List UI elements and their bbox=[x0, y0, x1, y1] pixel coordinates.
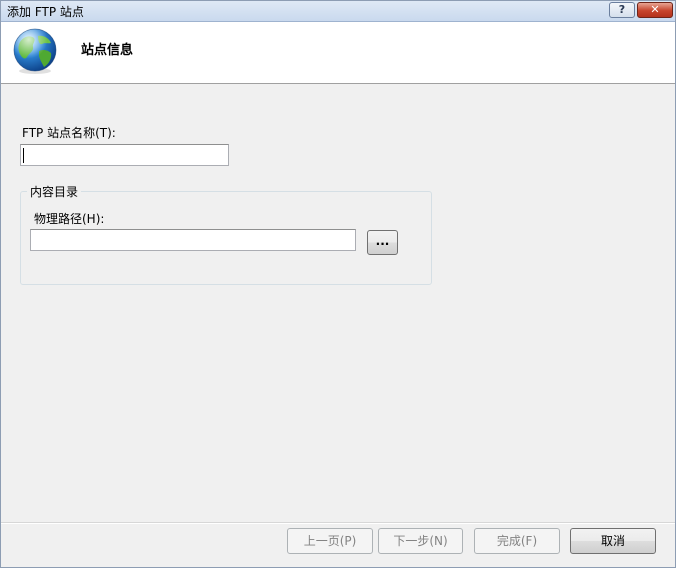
physical-path-label: 物理路径(H): bbox=[34, 212, 105, 226]
globe-icon bbox=[13, 28, 57, 74]
text-caret bbox=[23, 148, 24, 163]
wizard-header: 站点信息 bbox=[1, 22, 675, 84]
title-bar[interactable]: 添加 FTP 站点 ? ✕ bbox=[1, 1, 675, 22]
browse-button[interactable]: ... bbox=[367, 230, 398, 255]
physical-path-input[interactable] bbox=[30, 229, 356, 251]
footer-separator bbox=[1, 522, 675, 524]
site-name-label: FTP 站点名称(T): bbox=[22, 126, 116, 140]
help-button[interactable]: ? bbox=[609, 2, 635, 18]
window-title: 添加 FTP 站点 bbox=[7, 5, 84, 19]
close-button[interactable]: ✕ bbox=[637, 2, 673, 18]
site-name-input[interactable] bbox=[20, 144, 229, 166]
content-directory-label: 内容目录 bbox=[27, 183, 82, 200]
previous-button[interactable]: 上一页(P) bbox=[287, 528, 373, 554]
next-button[interactable]: 下一步(N) bbox=[378, 528, 463, 554]
finish-button[interactable]: 完成(F) bbox=[474, 528, 560, 554]
add-ftp-site-dialog: 添加 FTP 站点 ? ✕ 站点信息 FTP 站点名称(T): 内容目录 物理路… bbox=[0, 0, 676, 568]
page-title: 站点信息 bbox=[81, 43, 134, 58]
cancel-button[interactable]: 取消 bbox=[570, 528, 656, 554]
